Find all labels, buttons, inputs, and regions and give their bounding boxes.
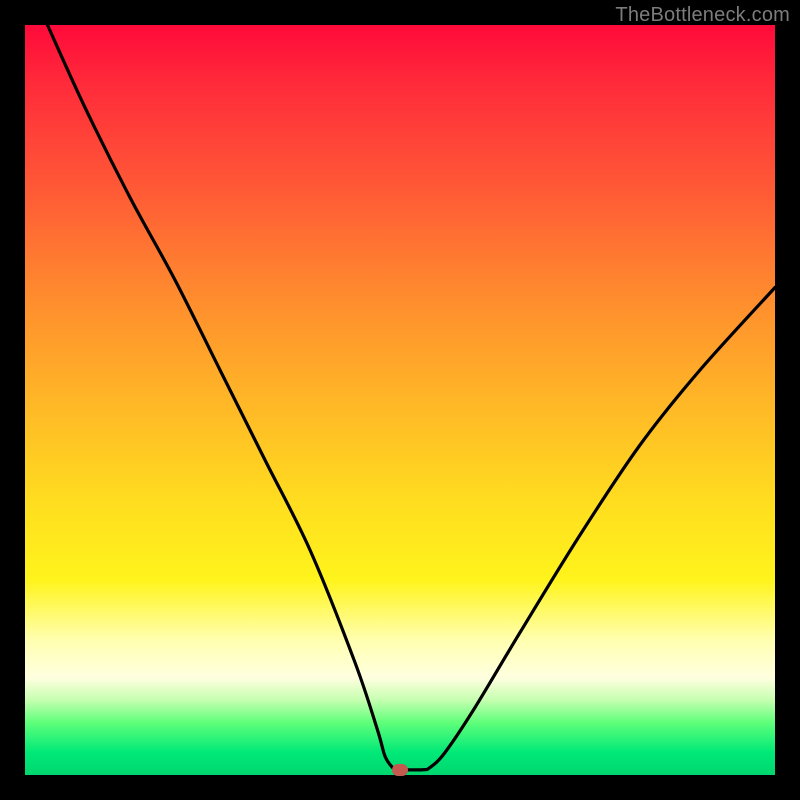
chart-frame: TheBottleneck.com — [0, 0, 800, 800]
optimum-marker — [392, 764, 408, 776]
watermark-text: TheBottleneck.com — [615, 4, 790, 27]
plot-area — [25, 25, 775, 775]
bottleneck-curve — [25, 25, 775, 775]
